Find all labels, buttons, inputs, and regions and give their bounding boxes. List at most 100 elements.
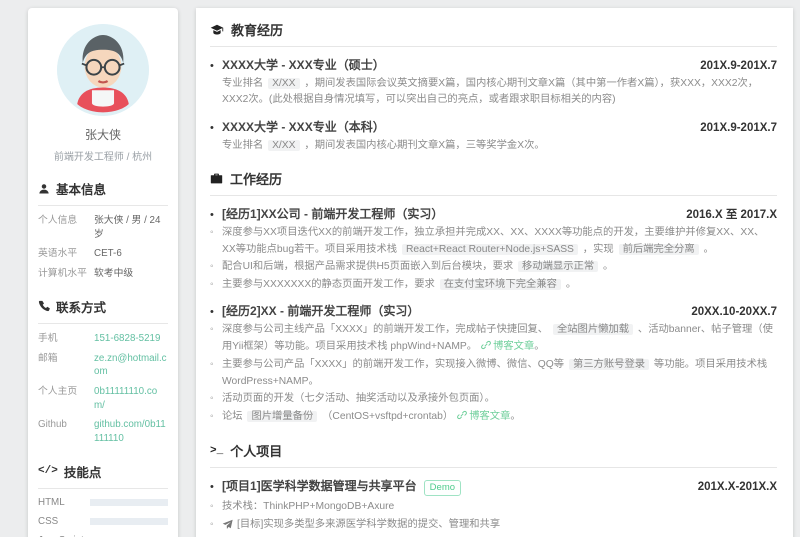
demo-badge[interactable]: Demo [424,480,461,496]
item-header: •[项目1]医学科学数据管理与共享平台Demo201X.X-201X.X [210,477,777,496]
contact-link[interactable]: 151-6828-5219 [94,332,160,346]
basic-info-title: 基本信息 [56,179,106,198]
phone-icon [38,300,50,312]
line-text: 主要参与XXXXXXX的静态页面开发工作，要求 在支付宝环境下完全兼容 。 [222,277,777,293]
resume-item: •[经历2]XX - 前端开发工程师（实习）20XX.10-20XX.7◦深度参… [210,302,777,426]
info-value: 软考中级 [94,267,133,281]
sub-bullet-icon: ◦ [210,277,222,293]
item-line: ◦深度参与XX项目迭代XX的前端开发工作，独立承担并完成XX、XX、XXXX等功… [210,225,777,258]
item-header: •[经历2]XX - 前端开发工程师（实习） 20XX.10-20XX.7 [210,302,777,319]
inline-code: 移动端显示正常 [518,261,598,272]
blog-link[interactable]: 博客文章 [469,411,510,422]
info-row: 个人信息张大侠 / 男 / 24岁 [38,214,168,241]
contact-link[interactable]: 0b11111110.com/ [94,385,168,412]
inline-code: 图片增量备份 [247,411,317,422]
bullet-icon: • [210,306,222,318]
inline-code: X/XX [268,140,299,151]
resume-main: 教育经历 •XXXX大学 - XXX专业（硕士）201X.9-201X.7专业排名… [196,8,793,537]
link-icon [457,410,467,426]
info-label: 个人信息 [38,214,94,241]
link-icon [481,340,491,356]
code-icon: </> [38,465,58,477]
item-line: ◦主要参与XXXXXXX的静态页面开发工作，要求 在支付宝环境下完全兼容 。 [210,277,777,293]
grad-cap-icon [210,23,224,37]
section-education: 教育经历 •XXXX大学 - XXX专业（硕士）201X.9-201X.7专业排名… [210,20,777,154]
sub-bullet-icon: ◦ [210,322,222,356]
item-title: [经历2]XX - 前端开发工程师（实习） [222,302,419,319]
item-date: 2016.X 至 2017.X [686,206,777,222]
resume-item: •[项目1]医学科学数据管理与共享平台Demo201X.X-201X.X◦技术栈… [210,477,777,537]
skills-title: 技能点 [64,462,102,481]
blog-link[interactable]: 博客文章 [493,341,534,352]
info-label: 个人主页 [38,385,94,412]
inline-code: X/XX [268,78,299,89]
sub-bullet-icon: ◦ [210,517,222,536]
item-line: 专业排名 X/XX ，期间发表国内核心期刊文章X篇，三等奖学金X次。 [210,138,777,154]
contact-header: 联系方式 [38,297,168,324]
terminal-icon: >_ [210,445,223,457]
bullet-icon: • [210,60,222,72]
resume-item: •[经历1]XX公司 - 前端开发工程师（实习）2016.X 至 2017.X ◦… [210,205,777,293]
sidebar: 张大侠 前端开发工程师 / 杭州 基本信息 个人信息张大侠 / 男 / 24岁英… [28,8,178,537]
contact-section: 联系方式 手机151-6828-5219邮箱ze.zn@hotmail.com个… [38,297,168,446]
section-header-experience: 工作经历 [210,169,777,196]
inline-code: 全站图片懒加载 [553,324,633,335]
info-row: 计算机水平软考中级 [38,267,168,281]
line-text: [目标]实现多类型多来源医学科学数据的提交、管理和共享 [237,517,777,536]
info-value: 张大侠 / 男 / 24岁 [94,214,168,241]
section-header-projects: >_个人项目 [210,441,777,468]
sub-bullet-icon: ◦ [210,391,222,407]
section-experience: 工作经历 •[经历1]XX公司 - 前端开发工程师（实习）2016.X 至 201… [210,169,777,426]
paper-plane-icon [222,517,237,536]
section-title: 工作经历 [230,169,282,188]
sub-bullet-icon: ◦ [210,225,222,258]
item-line: 专业排名 X/XX ，期间发表国际会议英文摘要X篇，国内核心期刊文章X篇（其中第… [210,76,777,109]
skill-label: CSS [38,516,90,527]
item-line: ◦ [目标]实现多类型多来源医学科学数据的提交、管理和共享 [210,517,777,536]
item-line: ◦论坛 图片增量备份 （CentOS+vsftpd+crontab）博客文章。 [210,409,777,426]
item-line: ◦活动页面的开发（七夕活动、抽奖活动以及承接外包页面）。 [210,391,777,407]
info-row: 手机151-6828-5219 [38,332,168,346]
skill-row: HTML [38,497,168,508]
basic-info-header: 基本信息 [38,179,168,206]
section-projects: >_个人项目•[项目1]医学科学数据管理与共享平台Demo201X.X-201X… [210,441,777,537]
skills-section: </> 技能点 HTMLCSSJavaScriptReactNode.js小程序 [38,462,168,537]
skill-row: CSS [38,516,168,527]
item-date: 20XX.10-20XX.7 [691,306,777,318]
inline-code: 第三方账号登录 [569,359,649,370]
line-text: 配合UI和后端，根据产品需求提供H5页面嵌入到后台模块，要求 移动端显示正常 。 [222,259,777,275]
contact-link[interactable]: ze.zn@hotmail.com [94,352,168,379]
candidate-name: 张大侠 [38,126,168,143]
line-text: 深度参与公司主线产品「XXXX」的前端开发工作，完成帖子快捷回复、 全站图片懒加… [222,322,777,356]
info-label: 邮箱 [38,352,94,379]
info-label: 手机 [38,332,94,346]
info-value: CET-6 [94,247,122,261]
sub-bullet-icon [210,138,222,154]
inline-code: 前后端完全分离 [619,244,699,255]
sub-bullet-icon [210,76,222,109]
item-line: ◦深度参与公司主线产品「XXXX」的前端开发工作，完成帖子快捷回复、 全站图片懒… [210,322,777,356]
info-label: 计算机水平 [38,267,94,281]
skills-header: </> 技能点 [38,462,168,489]
inline-code: 在支付宝环境下完全兼容 [440,279,561,290]
main-sections: 教育经历 •XXXX大学 - XXX专业（硕士）201X.9-201X.7专业排名… [210,20,777,537]
section-title: 教育经历 [231,20,283,39]
avatar-illustration [57,24,149,116]
sub-bullet-icon: ◦ [210,499,222,515]
item-header: •[经历1]XX公司 - 前端开发工程师（实习）2016.X 至 2017.X [210,205,777,222]
contact-title: 联系方式 [56,297,106,316]
basic-info-section: 基本信息 个人信息张大侠 / 男 / 24岁英语水平CET-6计算机水平软考中级 [38,179,168,281]
section-header-education: 教育经历 [210,20,777,47]
item-date: 201X.X-201X.X [698,481,777,493]
skill-label: HTML [38,497,90,508]
info-row: Githubgithub.com/0b11111110 [38,418,168,445]
item-title: [项目1]医学科学数据管理与共享平台 [222,477,417,494]
line-text: 论坛 图片增量备份 （CentOS+vsftpd+crontab）博客文章。 [222,409,777,426]
item-title: XXXX大学 - XXX专业（硕士） [222,56,385,73]
line-text: 技术栈：ThinkPHP+MongoDB+Axure [222,499,777,515]
bullet-icon: • [210,122,222,134]
resume-item: •XXXX大学 - XXX专业（硕士）201X.9-201X.7专业排名 X/X… [210,56,777,109]
contact-link[interactable]: github.com/0b11111110 [94,418,168,445]
skill-bar-track [90,518,168,525]
skill-rows: HTMLCSSJavaScriptReactNode.js小程序 [38,497,168,537]
